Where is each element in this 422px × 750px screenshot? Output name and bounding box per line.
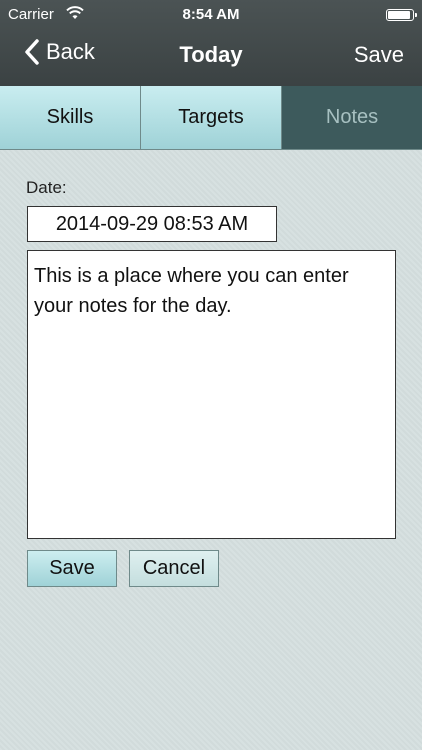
status-bar: Carrier 8:54 AM xyxy=(0,0,422,30)
tab-skills[interactable]: Skills xyxy=(0,86,141,149)
top-bar: Carrier 8:54 AM Back Today Save xyxy=(0,0,422,86)
notes-textarea[interactable] xyxy=(27,250,396,539)
tab-targets[interactable]: Targets xyxy=(141,86,282,149)
save-button[interactable]: Save xyxy=(27,550,117,587)
battery-fill xyxy=(388,11,410,19)
battery-icon xyxy=(386,9,417,21)
cancel-button[interactable]: Cancel xyxy=(129,550,219,587)
navigation-bar: Back Today Save xyxy=(0,30,422,86)
nav-save-button[interactable]: Save xyxy=(354,42,404,68)
status-time: 8:54 AM xyxy=(182,6,240,23)
segmented-tabs: Skills Targets Notes xyxy=(0,86,422,150)
date-field[interactable]: 2014-09-29 08:53 AM xyxy=(27,206,277,242)
notes-content: Date: 2014-09-29 08:53 AM Save Cancel xyxy=(0,150,422,750)
date-label: Date: xyxy=(26,178,67,197)
tab-notes[interactable]: Notes xyxy=(282,86,422,149)
